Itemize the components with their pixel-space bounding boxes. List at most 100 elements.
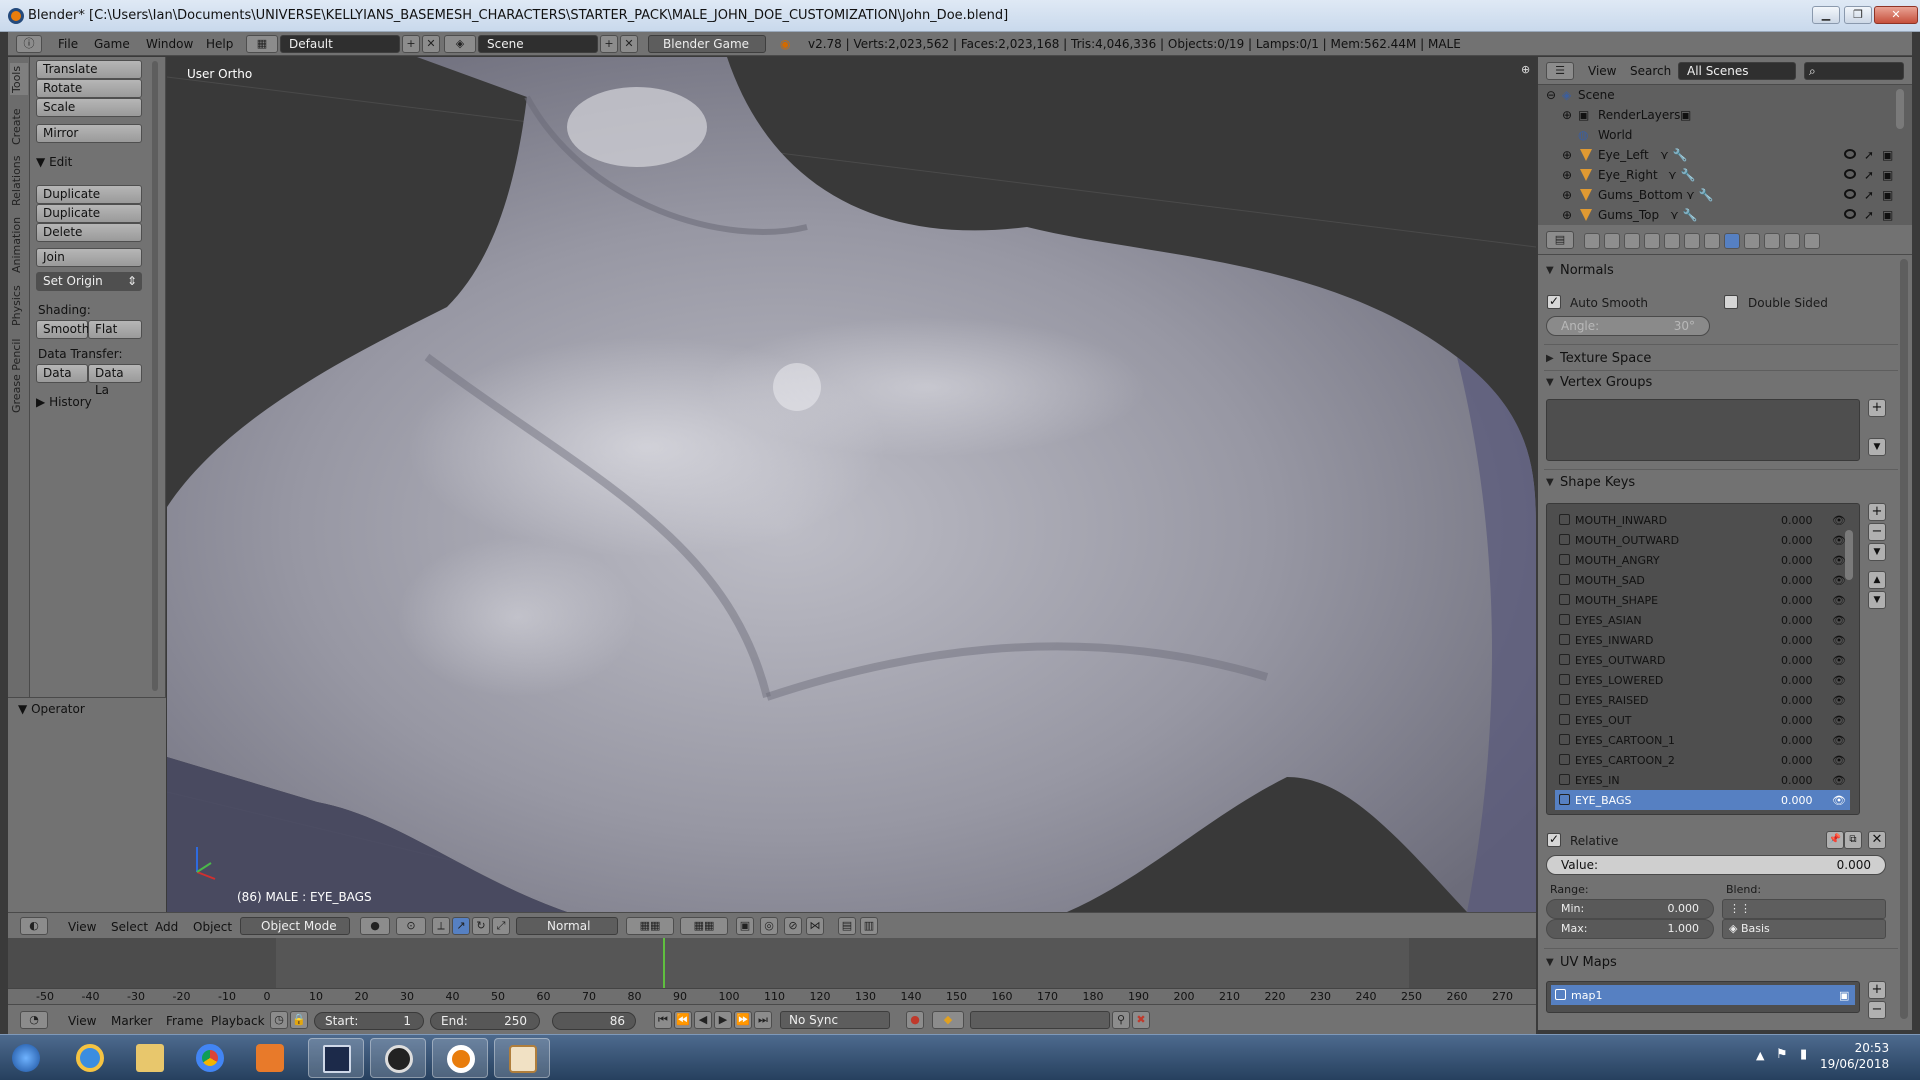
start-button[interactable] bbox=[4, 1038, 50, 1078]
visibility-eye-icon[interactable] bbox=[1844, 149, 1856, 159]
scale-button[interactable]: Scale bbox=[36, 98, 142, 117]
delete-keyframe-icon[interactable]: ✖ bbox=[1132, 1011, 1150, 1029]
opengl-render-icon[interactable]: ▤ bbox=[838, 917, 856, 935]
object-tab-icon[interactable] bbox=[1664, 233, 1680, 249]
shape-key-name[interactable]: EYE_BAGS bbox=[1575, 794, 1632, 807]
physics-tab-icon[interactable] bbox=[1804, 233, 1820, 249]
clear-weights-icon[interactable]: ✕ bbox=[1868, 831, 1886, 849]
visibility-eye-icon[interactable] bbox=[1844, 169, 1856, 179]
scale-manipulator-icon[interactable]: ⤢ bbox=[492, 917, 510, 935]
outliner-row-renderlayers[interactable]: ⊕ ▣ RenderLayers ▣ bbox=[1538, 105, 1912, 125]
editor-type-timeline-icon[interactable]: ◔ bbox=[20, 1011, 48, 1029]
rotate-button[interactable]: Rotate bbox=[36, 79, 142, 98]
scene-field[interactable]: Scene bbox=[478, 35, 598, 53]
shape-key-value[interactable]: 0.000 bbox=[1781, 654, 1813, 667]
3d-viewport[interactable]: User Ortho (86) MALE : EYE_BAGS ⊕ bbox=[167, 57, 1536, 912]
menu-view[interactable]: View bbox=[68, 1014, 96, 1028]
preview-range-icon[interactable]: ◷ bbox=[270, 1011, 288, 1029]
shape-key-row[interactable]: EYES_LOWERED 0.000 👁 bbox=[1555, 670, 1850, 690]
angle-field[interactable]: Angle: 30° bbox=[1546, 316, 1710, 336]
current-frame-cursor[interactable] bbox=[662, 938, 665, 988]
tab-grease-pencil[interactable]: Grease Pencil bbox=[10, 337, 28, 415]
outliner-row-world[interactable]: ◍ World bbox=[1538, 125, 1912, 145]
shape-key-row[interactable]: MOUTH_ANGRY 0.000 👁 bbox=[1555, 550, 1850, 570]
maximize-button[interactable]: ❐ bbox=[1844, 6, 1872, 24]
shape-key-mute-eye-icon[interactable]: 👁 bbox=[1832, 534, 1846, 547]
shape-key-value[interactable]: 0.000 bbox=[1781, 714, 1813, 727]
screen-layout-field[interactable]: Default bbox=[280, 35, 400, 53]
shape-key-name[interactable]: MOUTH_SHAPE bbox=[1575, 594, 1658, 607]
vertex-groups-panel-header[interactable]: Vertex Groups bbox=[1560, 375, 1652, 390]
properties-scrollbar[interactable] bbox=[1900, 259, 1908, 1019]
particles-tab-icon[interactable] bbox=[1784, 233, 1800, 249]
shape-key-mute-eye-icon[interactable]: 👁 bbox=[1832, 794, 1846, 807]
add-screen-icon[interactable]: + bbox=[402, 35, 420, 53]
taskbar-blender[interactable] bbox=[432, 1038, 488, 1078]
manipulator-toggle-icon[interactable]: ⟂ bbox=[432, 917, 450, 935]
mesh-data-tab-icon[interactable] bbox=[1724, 233, 1740, 249]
set-origin-dropdown[interactable]: Set Origin ⇕ bbox=[36, 272, 142, 291]
translate-manipulator-icon[interactable]: ↗ bbox=[452, 917, 470, 935]
auto-smooth-checkbox[interactable] bbox=[1547, 294, 1561, 309]
layer-buttons-2-icon[interactable]: ▦▦ bbox=[680, 917, 728, 935]
move-down-icon[interactable]: ▼ bbox=[1868, 591, 1886, 609]
texture-space-panel-header[interactable]: Texture Space bbox=[1560, 351, 1651, 366]
shape-key-value[interactable]: 0.000 bbox=[1781, 594, 1813, 607]
close-button[interactable]: ✕ bbox=[1874, 6, 1918, 24]
shape-key-mute-eye-icon[interactable]: 👁 bbox=[1832, 734, 1846, 747]
triangle-down-icon[interactable]: ▼ bbox=[1546, 957, 1554, 968]
shape-key-value[interactable]: 0.000 bbox=[1781, 514, 1813, 527]
outliner-scrollbar[interactable] bbox=[1896, 89, 1904, 129]
shape-key-name[interactable]: EYES_OUTWARD bbox=[1575, 654, 1665, 667]
shape-key-mute-eye-icon[interactable]: 👁 bbox=[1832, 634, 1846, 647]
select-cursor-icon[interactable]: ➚ bbox=[1864, 168, 1874, 182]
shape-keys-list[interactable]: MOUTH_INWARD 0.000 👁 MOUTH_OUTWARD 0.000 👁 MOU… bbox=[1546, 503, 1860, 815]
shape-key-name[interactable]: EYES_CARTOON_1 bbox=[1575, 734, 1675, 747]
tab-animation[interactable]: Animation bbox=[10, 215, 28, 275]
jump-keyframe-back-icon[interactable]: ⏪ bbox=[674, 1011, 692, 1029]
shape-key-row[interactable]: MOUTH_OUTWARD 0.000 👁 bbox=[1555, 530, 1850, 550]
jump-end-icon[interactable]: ⏭ bbox=[754, 1011, 772, 1029]
editor-type-outliner-icon[interactable]: ☰ bbox=[1546, 62, 1574, 80]
data-button[interactable]: Data bbox=[36, 364, 88, 383]
remove-uv-map-button[interactable]: − bbox=[1868, 1001, 1886, 1019]
data-layout-button[interactable]: Data La bbox=[88, 364, 142, 397]
insert-keyframe-icon[interactable]: ⚲ bbox=[1112, 1011, 1130, 1029]
taskbar-mixer[interactable] bbox=[308, 1038, 364, 1078]
play-reverse-icon[interactable]: ◀ bbox=[694, 1011, 712, 1029]
active-render-camera-icon[interactable]: ▣ bbox=[1839, 989, 1849, 1002]
outliner-row-eye-right[interactable]: ⊕ Eye_Right ⋎ 🔧 ➚ ▣ bbox=[1538, 165, 1912, 185]
vertex-group-specials-icon[interactable]: ▼ bbox=[1868, 438, 1886, 456]
delete-button[interactable]: Delete bbox=[36, 223, 142, 242]
select-cursor-icon[interactable]: ➚ bbox=[1864, 148, 1874, 162]
shape-key-value[interactable]: 0.000 bbox=[1781, 634, 1813, 647]
outliner-menu-view[interactable]: View bbox=[1588, 64, 1616, 78]
shape-key-mute-eye-icon[interactable]: 👁 bbox=[1832, 594, 1846, 607]
add-scene-icon[interactable]: + bbox=[600, 35, 618, 53]
shape-key-row[interactable]: MOUTH_INWARD 0.000 👁 bbox=[1555, 510, 1850, 530]
menu-object[interactable]: Object bbox=[193, 920, 232, 934]
modifiers-tab-icon[interactable] bbox=[1704, 233, 1720, 249]
menu-frame[interactable]: Frame bbox=[166, 1014, 203, 1028]
shape-key-name[interactable]: MOUTH_INWARD bbox=[1575, 514, 1667, 527]
outliner-row-eye-left[interactable]: ⊕ Eye_Left ⋎ 🔧 ➚ ▣ bbox=[1538, 145, 1912, 165]
outliner-row-gums-bottom[interactable]: ⊕ Gums_Bottom ⋎ 🔧 ➚ ▣ bbox=[1538, 185, 1912, 205]
taskbar-media-player[interactable] bbox=[242, 1038, 298, 1078]
shape-key-row[interactable]: EYE_BAGS 0.000 👁 bbox=[1555, 790, 1850, 810]
render-layers-tab-icon[interactable] bbox=[1604, 233, 1620, 249]
snap-toggle-icon[interactable]: ⊘ bbox=[784, 917, 802, 935]
triangle-down-icon[interactable]: ▼ bbox=[1546, 377, 1554, 388]
timeline-ruler[interactable]: -50 -40 -30 -20 -10 0 10 20 30 40 50 60 70 80 90 100 110… bbox=[8, 988, 1559, 1004]
show-hidden-icons-icon[interactable]: ▲ bbox=[1756, 1049, 1764, 1062]
double-sided-checkbox[interactable] bbox=[1724, 295, 1738, 309]
shape-key-mute-eye-icon[interactable]: 👁 bbox=[1832, 614, 1846, 627]
taskbar-obs[interactable] bbox=[370, 1038, 426, 1078]
shape-key-row[interactable]: MOUTH_SAD 0.000 👁 bbox=[1555, 570, 1850, 590]
remove-shape-key-button[interactable]: − bbox=[1868, 523, 1886, 541]
shape-key-row[interactable]: EYES_INWARD 0.000 👁 bbox=[1555, 630, 1850, 650]
jump-keyframe-forward-icon[interactable]: ⏩ bbox=[734, 1011, 752, 1029]
shape-key-value[interactable]: 0.000 bbox=[1781, 734, 1813, 747]
uv-maps-panel-header[interactable]: UV Maps bbox=[1560, 955, 1617, 970]
render-camera-icon[interactable]: ▣ bbox=[1882, 208, 1893, 222]
slider-max-field[interactable]: Max: 1.000 bbox=[1546, 919, 1714, 939]
